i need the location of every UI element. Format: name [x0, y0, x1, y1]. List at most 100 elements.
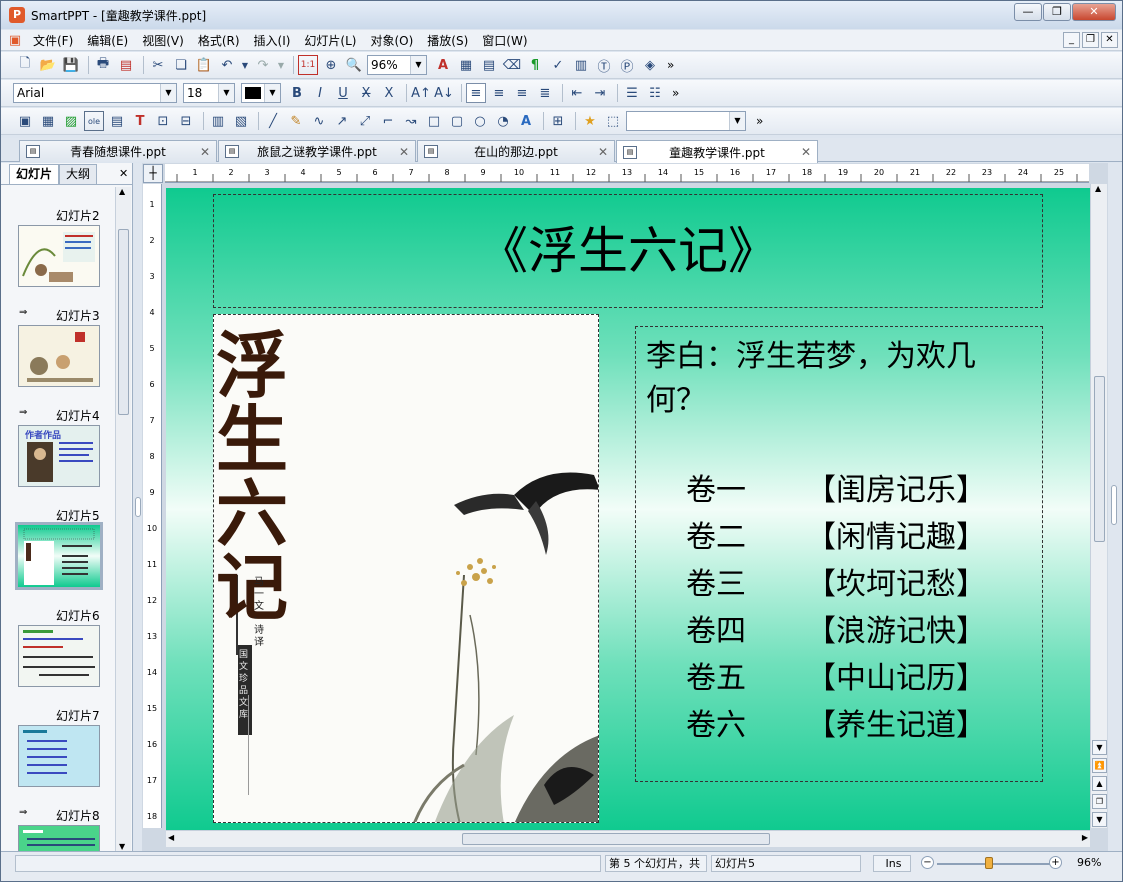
redo-dropdown-icon[interactable]: ▼	[276, 55, 286, 75]
align-right-icon[interactable]: ≡	[512, 83, 532, 103]
slide-thumb-5-selected[interactable]	[15, 522, 103, 590]
ruler-corner-icon[interactable]: ┼	[143, 164, 163, 183]
doc-tab-qingchun[interactable]: ▤ 青春随想课件.ppt ✕	[19, 140, 217, 162]
textbox-icon[interactable]: ▣	[15, 111, 35, 131]
menu-edit[interactable]: 编辑(E)	[80, 32, 135, 49]
toolbar-more-icon[interactable]: »	[756, 114, 763, 128]
scroll-right-icon[interactable]: ▶	[1082, 833, 1088, 842]
zoom-out-icon[interactable]: −	[921, 856, 934, 869]
doc-close-button[interactable]: ✕	[1101, 32, 1118, 48]
menu-slide[interactable]: 幻灯片(L)	[297, 32, 363, 49]
menu-file[interactable]: 文件(F)	[26, 32, 80, 49]
panel-splitter[interactable]	[134, 163, 142, 851]
right-splitter[interactable]	[1108, 163, 1122, 851]
strikethrough-icon[interactable]: X̶	[356, 83, 376, 103]
format-painter-icon[interactable]: ▦	[456, 55, 476, 75]
actual-size-icon[interactable]: 1:1	[298, 55, 318, 75]
scroll-up-icon[interactable]: ▲	[1095, 184, 1101, 193]
decrease-indent-icon[interactable]: ⇤	[567, 83, 587, 103]
tab-close-icon[interactable]: ✕	[399, 145, 409, 159]
paste-icon[interactable]: 📋	[194, 55, 214, 75]
title-placeholder[interactable]: 《浮生六记》	[213, 194, 1043, 308]
ellipse-icon[interactable]: ○	[470, 111, 490, 131]
text-object-icon[interactable]: T	[130, 111, 150, 131]
first-slide-icon[interactable]: ⏫	[1092, 758, 1107, 773]
wordart-icon[interactable]: A	[516, 111, 536, 131]
align-center-icon[interactable]: ≡	[489, 83, 509, 103]
scroll-up-icon[interactable]: ▲	[119, 187, 125, 196]
image-icon[interactable]: ▨	[61, 111, 81, 131]
slide-thumb-6[interactable]	[18, 625, 100, 687]
menu-insert[interactable]: 插入(I)	[247, 32, 298, 49]
tab-outline[interactable]: 大纲	[59, 164, 98, 184]
movie-icon[interactable]: ▥	[208, 111, 228, 131]
horizontal-ruler[interactable]: 1 2 3 4 5 6 7 8 9 10 11 12 13 14 15 16 17 18 19 20 21 22 23 24 2…	[165, 164, 1089, 183]
minimize-button[interactable]: —	[1014, 3, 1042, 21]
slide-sorter-icon[interactable]: ❐	[1092, 794, 1107, 809]
menu-play[interactable]: 播放(S)	[420, 32, 475, 49]
slide-thumb-7[interactable]	[18, 725, 100, 787]
object-style-select[interactable]: ▼	[626, 111, 746, 131]
menu-format[interactable]: 格式(R)	[191, 32, 247, 49]
outline-view-icon[interactable]: Ⓣ	[594, 55, 614, 75]
select-object-icon[interactable]: ⬚	[603, 111, 623, 131]
zoom-region-icon[interactable]: ⊕	[321, 55, 341, 75]
pdf-icon[interactable]: ▤	[116, 55, 136, 75]
zoom-slider-track[interactable]	[937, 863, 1051, 865]
bullet-list-icon[interactable]: ☰	[622, 83, 642, 103]
open-icon[interactable]: 📂	[38, 55, 58, 75]
panel-close-icon[interactable]: ✕	[119, 167, 128, 180]
numbered-list-icon[interactable]: ☷	[645, 83, 665, 103]
slide-canvas[interactable]: 《浮生六记》 浮 生 六 记 马一文·诗译 国文珍品文库 李白：浮生若梦，为欢几…	[166, 188, 1090, 831]
increase-indent-icon[interactable]: ⇥	[590, 83, 610, 103]
next-slide-icon[interactable]: ▼	[1092, 812, 1107, 827]
shapes-icon[interactable]: ◔	[493, 111, 513, 131]
sound-icon[interactable]: ▧	[231, 111, 251, 131]
body-text-placeholder[interactable]: 李白：浮生若梦，为欢几何？ 卷一 【闺房记乐】 卷二 【闲情记趣】 卷三 【坎坷…	[635, 326, 1043, 782]
copy-icon[interactable]: ❏	[171, 55, 191, 75]
cut-icon[interactable]: ✂	[148, 55, 168, 75]
doc-tab-tongqu[interactable]: ▤ 童趣教学课件.ppt ✕	[616, 140, 818, 163]
frame-icon[interactable]: ⊡	[153, 111, 173, 131]
clear-format-icon[interactable]: ⌫	[502, 55, 522, 75]
paragraph-mark-icon[interactable]: ¶	[525, 55, 545, 75]
editor-vertical-scrollbar[interactable]: ▲ ▼ ⏫ ▲ ❐ ▼	[1090, 184, 1107, 828]
menu-object[interactable]: 对象(O)	[363, 32, 420, 49]
slide-thumb-2[interactable]	[18, 225, 100, 287]
page-view-icon[interactable]: Ⓟ	[617, 55, 637, 75]
scroll-down-icon[interactable]: ▼	[119, 842, 125, 851]
chart-icon[interactable]: ▥	[571, 55, 591, 75]
font-select[interactable]: Arial ▼	[13, 83, 177, 103]
redo-icon[interactable]: ↷	[253, 55, 273, 75]
menu-view[interactable]: 视图(V)	[135, 32, 191, 49]
slide-panel-scrollbar[interactable]: ▲ ▼	[115, 187, 131, 851]
grow-font-icon[interactable]: A↑	[411, 83, 431, 103]
tab-close-icon[interactable]: ✕	[801, 145, 811, 159]
slide-thumb-8[interactable]	[18, 825, 100, 851]
tab-close-icon[interactable]: ✕	[598, 145, 608, 159]
previous-slide-icon[interactable]: ▲	[1092, 776, 1107, 791]
tab-slides[interactable]: 幻灯片	[9, 164, 60, 184]
book-cover-image[interactable]: 浮 生 六 记 马一文·诗译 国文珍品文库	[213, 314, 599, 823]
toolbar-more-icon[interactable]: »	[672, 86, 679, 100]
scrollbar-thumb[interactable]	[118, 229, 129, 415]
zoom-slider-handle[interactable]	[985, 857, 993, 869]
double-strike-icon[interactable]: X	[379, 83, 399, 103]
menu-window[interactable]: 窗口(W)	[475, 32, 534, 49]
layers-icon[interactable]: ◈	[640, 55, 660, 75]
ole-object-icon[interactable]: ole	[84, 111, 104, 131]
scroll-down-icon[interactable]: ▼	[1092, 740, 1107, 755]
font-size-select[interactable]: 18 ▼	[183, 83, 235, 103]
scroll-left-icon[interactable]: ◀	[168, 833, 174, 842]
editor-horizontal-scrollbar[interactable]: ◀ ▶	[166, 830, 1090, 847]
line-icon[interactable]: ╱	[263, 111, 283, 131]
chart-object-icon[interactable]: ▤	[107, 111, 127, 131]
new-icon[interactable]: 🗋	[15, 55, 35, 75]
doc-tab-lvshu[interactable]: ▤ 旅鼠之谜教学课件.ppt ✕	[218, 140, 416, 162]
spellcheck-icon[interactable]: ✓	[548, 55, 568, 75]
bold-button[interactable]: B	[287, 83, 307, 103]
curved-connector-icon[interactable]: ↝	[401, 111, 421, 131]
connector-icon[interactable]: ⤢	[355, 111, 375, 131]
insert-mode[interactable]: Ins	[873, 855, 911, 872]
close-button[interactable]: ✕	[1072, 3, 1116, 21]
